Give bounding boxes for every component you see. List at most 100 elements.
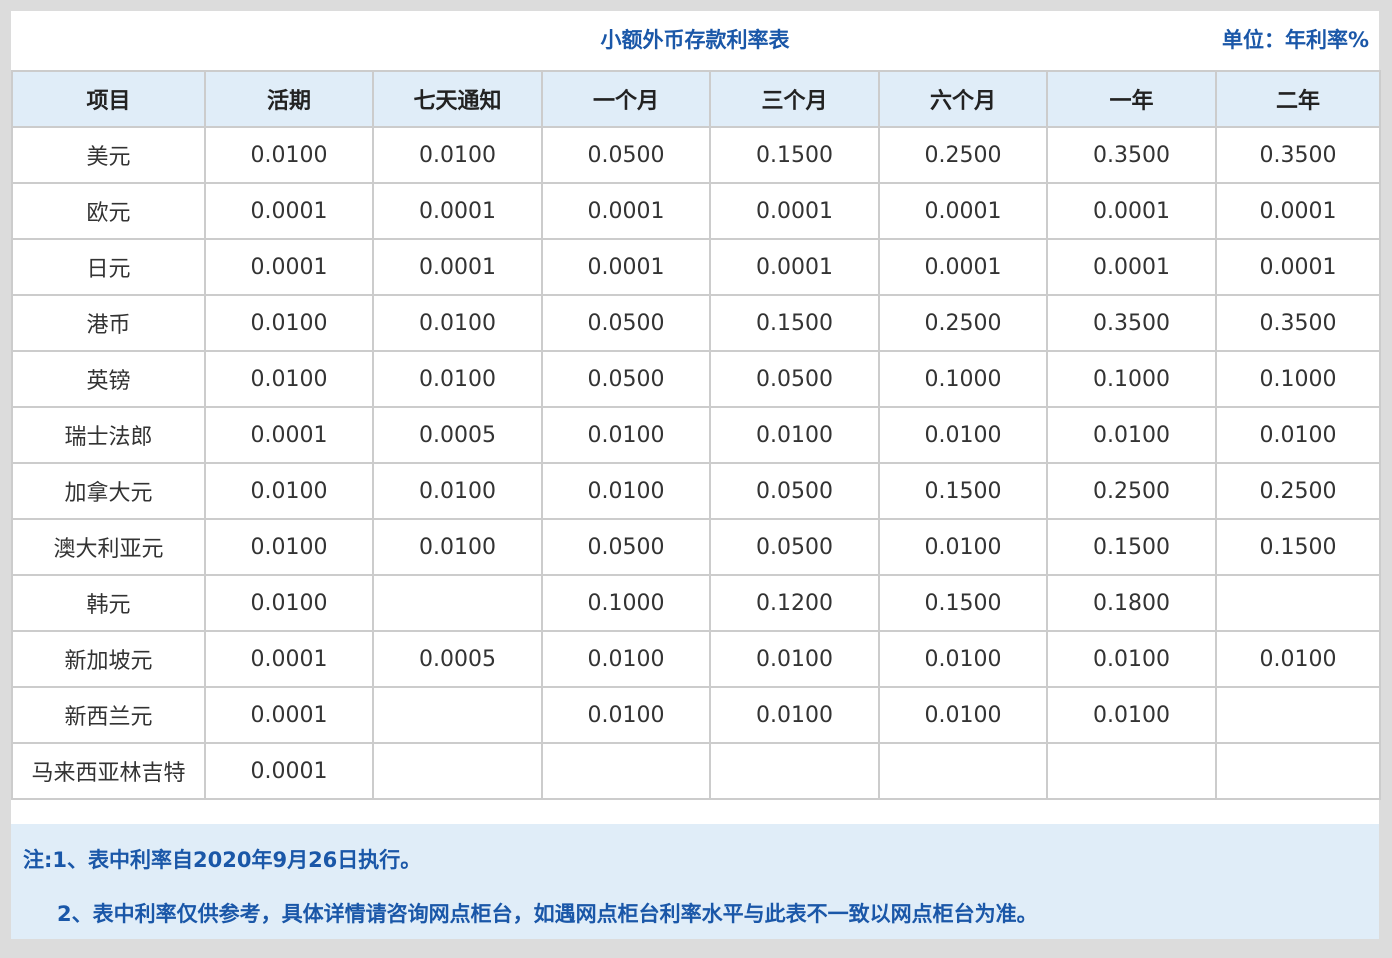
rate-cell: 0.0100	[878, 518, 1048, 576]
rate-cell: 0.0100	[1046, 406, 1217, 464]
column-header-two-years: 二年	[1215, 70, 1381, 128]
rate-cell: 0.0500	[709, 350, 880, 408]
rate-cell: 0.0001	[1215, 182, 1381, 240]
table-row: 澳大利亚元 0.0100 0.0100 0.0500 0.0500 0.0100 0.150…	[11, 518, 1381, 576]
rate-cell: 0.1500	[1046, 518, 1217, 576]
rate-cell: 0.0001	[204, 182, 374, 240]
rate-cell: 0.0100	[709, 686, 880, 744]
rate-cell: 0.0001	[204, 742, 374, 800]
notes-panel: 注:1、表中利率自2020年9月26日执行。 2、表中利率仅供参考，具体详情请咨…	[11, 824, 1379, 939]
rate-cell: 0.1500	[1215, 518, 1381, 576]
column-header-seven-day-notice: 七天通知	[372, 70, 543, 128]
note-effective-date: 注:1、表中利率自2020年9月26日执行。	[23, 848, 422, 872]
rate-cell: 0.0100	[878, 630, 1048, 688]
rate-cell	[372, 574, 543, 632]
rate-cell: 0.0100	[372, 126, 543, 184]
rate-cell: 0.2500	[878, 294, 1048, 352]
rate-cell: 0.0100	[878, 406, 1048, 464]
rate-cell: 0.0100	[372, 518, 543, 576]
rate-cell: 0.0100	[878, 686, 1048, 744]
column-header-one-year: 一年	[1046, 70, 1217, 128]
column-header-one-month: 一个月	[541, 70, 711, 128]
rate-cell	[372, 742, 543, 800]
currency-name: 日元	[11, 238, 206, 296]
currency-name: 欧元	[11, 182, 206, 240]
rate-cell: 0.1000	[541, 574, 711, 632]
table-row: 加拿大元 0.0100 0.0100 0.0100 0.0500 0.1500 0.2500…	[11, 462, 1381, 520]
header-row: 项目 活期 七天通知 一个月 三个月 六个月 一年 二年	[11, 70, 1381, 128]
currency-name: 新西兰元	[11, 686, 206, 744]
currency-name: 美元	[11, 126, 206, 184]
rate-cell: 0.0500	[541, 294, 711, 352]
currency-name: 韩元	[11, 574, 206, 632]
rate-cell: 0.3500	[1046, 126, 1217, 184]
rate-cell: 0.0500	[541, 350, 711, 408]
rate-cell: 0.0100	[204, 350, 374, 408]
table-row: 新加坡元 0.0001 0.0005 0.0100 0.0100 0.0100 0.0100…	[11, 630, 1381, 688]
table-row: 马来西亚林吉特 0.0001	[11, 742, 1381, 800]
table-row: 美元 0.0100 0.0100 0.0500 0.1500 0.2500 0.3500 0.…	[11, 126, 1381, 184]
rate-cell	[372, 686, 543, 744]
rate-cell: 0.0001	[204, 406, 374, 464]
rate-cell: 0.0001	[541, 238, 711, 296]
rate-cell: 0.0001	[878, 238, 1048, 296]
rate-cell: 0.0500	[709, 462, 880, 520]
table-row: 日元 0.0001 0.0001 0.0001 0.0001 0.0001 0.0001 0.…	[11, 238, 1381, 296]
rate-cell: 0.0100	[541, 406, 711, 464]
table-row: 瑞士法郎 0.0001 0.0005 0.0100 0.0100 0.0100 0.0100…	[11, 406, 1381, 464]
rate-cell: 0.0500	[541, 126, 711, 184]
table-row: 韩元 0.0100 0.1000 0.1200 0.1500 0.1800	[11, 574, 1381, 632]
column-header-demand: 活期	[204, 70, 374, 128]
rate-cell: 0.0005	[372, 630, 543, 688]
rate-cell: 0.0100	[541, 686, 711, 744]
rate-cell: 0.2500	[1215, 462, 1381, 520]
rate-cell: 0.0100	[204, 294, 374, 352]
rate-cell: 0.0001	[372, 238, 543, 296]
rate-cell	[1215, 742, 1381, 800]
rate-cell	[1215, 574, 1381, 632]
rate-cell: 0.0100	[541, 462, 711, 520]
rate-cell: 0.1800	[1046, 574, 1217, 632]
rate-cell: 0.0100	[372, 294, 543, 352]
currency-name: 英镑	[11, 350, 206, 408]
rate-cell: 0.0100	[204, 518, 374, 576]
rate-cell	[541, 742, 711, 800]
rate-cell	[1215, 686, 1381, 744]
rate-cell: 0.0500	[709, 518, 880, 576]
rate-cell: 0.0100	[204, 574, 374, 632]
rate-cell: 0.1500	[878, 574, 1048, 632]
rate-cell: 0.0005	[372, 406, 543, 464]
rates-table: 项目 活期 七天通知 一个月 三个月 六个月 一年 二年 美元 0.0100 0.0…	[11, 70, 1381, 800]
currency-name: 新加坡元	[11, 630, 206, 688]
rate-cell: 0.0001	[709, 182, 880, 240]
rate-cell: 0.3500	[1215, 294, 1381, 352]
title-row: 小额外币存款利率表 单位：年利率%	[11, 11, 1379, 70]
rate-cell: 0.0001	[541, 182, 711, 240]
rate-cell: 0.3500	[1046, 294, 1217, 352]
rate-cell	[1046, 742, 1217, 800]
table-row: 欧元 0.0001 0.0001 0.0001 0.0001 0.0001 0.0001 0.…	[11, 182, 1381, 240]
rate-cell: 0.0100	[372, 350, 543, 408]
rate-cell: 0.1500	[709, 126, 880, 184]
rate-cell: 0.2500	[1046, 462, 1217, 520]
rate-cell: 0.0100	[541, 630, 711, 688]
rate-cell: 0.0100	[1215, 630, 1381, 688]
note-disclaimer: 2、表中利率仅供参考，具体详情请咨询网点柜台，如遇网点柜台利率水平与此表不一致以…	[57, 902, 1038, 926]
rate-cell	[878, 742, 1048, 800]
rate-cell: 0.1500	[709, 294, 880, 352]
currency-name: 马来西亚林吉特	[11, 742, 206, 800]
rate-cell	[709, 742, 880, 800]
rate-cell: 0.0001	[878, 182, 1048, 240]
table-row: 英镑 0.0100 0.0100 0.0500 0.0500 0.1000 0.1000 0.…	[11, 350, 1381, 408]
column-header-three-months: 三个月	[709, 70, 880, 128]
rate-cell: 0.1000	[878, 350, 1048, 408]
rate-cell: 0.0500	[541, 518, 711, 576]
unit-label: 单位：年利率%	[1221, 28, 1369, 52]
column-header-six-months: 六个月	[878, 70, 1048, 128]
rate-cell: 0.1500	[878, 462, 1048, 520]
rate-cell: 0.0001	[204, 630, 374, 688]
rate-cell: 0.0100	[1046, 686, 1217, 744]
rate-cell: 0.0100	[204, 462, 374, 520]
rate-cell: 0.0100	[1215, 406, 1381, 464]
currency-name: 瑞士法郎	[11, 406, 206, 464]
